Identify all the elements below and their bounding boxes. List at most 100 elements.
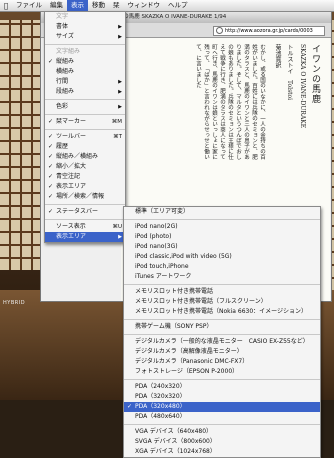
menu-item-label: サイズ: [56, 33, 74, 40]
menu-item[interactable]: ✓ 青空注記: [45, 172, 125, 182]
menu-item-label: 縦組み: [56, 58, 75, 65]
menu-item[interactable]: メモリスロット付き携帯電話（Nokia 6630：イメージション）: [124, 307, 320, 317]
checkmark-icon: ✓: [48, 58, 54, 65]
book-body: むかし、或る国のいなかに、一人の金持ちの百姓がいました。百姓には兵隊のセミョンと…: [195, 44, 265, 160]
menu-item[interactable]: ✓ ステータスバー: [45, 207, 125, 217]
menu-0[interactable]: ファイル: [12, 0, 46, 11]
apple-icon[interactable]: : [0, 2, 12, 10]
menu-item-label: 文字組み: [56, 48, 81, 55]
menu-item-label: ツールバー: [56, 133, 87, 140]
menu-item[interactable]: 横組み: [45, 67, 125, 77]
menu-item[interactable]: 表示エリア ▶: [45, 232, 125, 242]
url-text: http://www.aozora.gr.jp/cards/0003: [225, 28, 313, 34]
menu-item[interactable]: 段組み ▶: [45, 87, 125, 97]
submenu-arrow-icon: ▶: [118, 104, 122, 110]
menu-item[interactable]: ✓ ツールバー ⌘T: [45, 132, 125, 142]
menu-item[interactable]: iTunes アートワーク: [124, 272, 320, 282]
menu-item-label: 色彩: [56, 103, 69, 110]
submenu-arrow-icon: ▶: [118, 79, 122, 85]
menu-item[interactable]: ✓ 場所／検索／情報: [45, 192, 125, 202]
menu-item-label: PDA（320x480）: [135, 403, 186, 410]
menu-item-label: PDA（480x640）: [135, 413, 186, 420]
menu-item[interactable]: 携帯ゲーム機（SONY PSP）: [124, 322, 320, 332]
submenu-arrow-icon: ▶: [118, 234, 122, 240]
menu-item-label: メモリスロット付き携帯電話（フルスクリーン）: [135, 298, 267, 305]
menu-item[interactable]: ✓ PDA（320x480）: [124, 402, 320, 412]
menu-3[interactable]: 移動: [88, 0, 109, 11]
menu-item[interactable]: デジタルカメラ（一般的な液晶モニター CASIO EX-Z55など）: [124, 337, 320, 347]
submenu-arrow-icon: ▶: [118, 24, 122, 30]
menu-2[interactable]: 表示: [67, 0, 88, 11]
menu-item-label: 栞マーカー: [56, 118, 87, 125]
menu-item[interactable]: 書体 ▶: [45, 22, 125, 32]
menu-item[interactable]: iPod (photo): [124, 232, 320, 242]
menu-item-label: 段組み: [56, 88, 75, 95]
checkmark-icon: ✓: [48, 183, 54, 190]
display-area-submenu: 標準（エリア可変） iPod nano(2G) iPod (photo) iPod n…: [123, 206, 321, 458]
menu-item[interactable]: ソース表示 ⌘U: [45, 222, 125, 232]
menu-item-label: デジタルカメラ（Panasonic DMC-FX7）: [135, 358, 249, 365]
menu-item[interactable]: iPod nano(3G): [124, 242, 320, 252]
menu-item-label: ステータスバー: [56, 208, 99, 215]
menu-item[interactable]: ✓ 縮小／拡大: [45, 162, 125, 172]
menu-item[interactable]: 標準（エリア可変）: [124, 207, 320, 217]
menu-item[interactable]: ✓ 縦組み: [45, 57, 125, 67]
menu-item-label: iPod touch,iPhone: [135, 263, 189, 270]
menu-item-label: デジタルカメラ（高解像液晶モニター）: [135, 348, 243, 355]
menu-item-label: 行間: [56, 78, 69, 85]
menu-item-label: PDA（320x320）: [135, 393, 186, 400]
menu-5[interactable]: ウィンドウ: [124, 0, 165, 11]
url-field[interactable]: http://www.aozora.gr.jp/cards/0003: [213, 26, 325, 36]
menu-6[interactable]: ヘルプ: [164, 0, 192, 11]
menu-item[interactable]: ✓ 栞マーカー ⌘M: [45, 117, 125, 127]
menu-item[interactable]: メモリスロット付き携帯電話（フルスクリーン）: [124, 297, 320, 307]
menu-item[interactable]: ✓ 表示エリア: [45, 182, 125, 192]
menu-item-label: 書体: [56, 23, 69, 30]
menu-shortcut: ⌘M: [111, 119, 122, 125]
menu-item-label: デジタルカメラ（一般的な液晶モニター CASIO EX-Z55など）: [135, 338, 309, 345]
menu-item-label: 場所／検索／情報: [56, 193, 105, 200]
menu-4[interactable]: 栞: [109, 0, 124, 11]
menu-item[interactable]: PDA（240x320）: [124, 382, 320, 392]
book-author: トルストイ Tolstoi: [286, 44, 293, 101]
menu-item-label: PDA（240x320）: [135, 383, 186, 390]
checkmark-icon: ✓: [48, 133, 54, 140]
menu-item[interactable]: 色彩 ▶: [45, 102, 125, 112]
menu-item[interactable]: SVGA デバイス（800x600）: [124, 437, 320, 447]
menu-item[interactable]: iPod nano(2G): [124, 222, 320, 232]
menu-shortcut: ⌘U: [112, 224, 122, 230]
menu-section-header: 文字組み: [45, 47, 125, 57]
menu-item-label: XGA デバイス（1024x768）: [135, 448, 216, 455]
menu-item-label: iPod classic,iPod with video (5G): [135, 253, 232, 260]
menu-item-label: 青空注記: [56, 173, 81, 180]
menu-item[interactable]: PDA（320x320）: [124, 392, 320, 402]
menu-separator: [45, 129, 125, 130]
menu-item[interactable]: iPod touch,iPhone: [124, 262, 320, 272]
menu-item[interactable]: VGA デバイス（640x480）: [124, 427, 320, 437]
menu-item-label: VGA デバイス（640x480）: [135, 428, 213, 435]
menu-item-label: iTunes アートワーク: [135, 273, 192, 280]
menu-item[interactable]: デジタルカメラ（高解像液晶モニター）: [124, 347, 320, 357]
menu-item-label: iPod (photo): [135, 233, 172, 240]
menu-item-label: フォトストレージ（EPSON P-2000）: [135, 368, 239, 375]
view-menu: 文字 書体 ▶ サイズ ▶ 文字組み ✓ 縦組み 横組み 行間 ▶ 段組み ▶ 色彩 ▶ ✓ 栞マーカー ⌘M ✓ ツ…: [44, 11, 126, 243]
menu-separator: [124, 319, 320, 320]
menu-item[interactable]: XGA デバイス（1024x768）: [124, 447, 320, 457]
menu-item[interactable]: 行間 ▶: [45, 77, 125, 87]
checkmark-icon: ✓: [48, 153, 54, 160]
menu-item[interactable]: メモリスロット付き携帯電話: [124, 287, 320, 297]
menu-item[interactable]: iPod classic,iPod with video (5G): [124, 252, 320, 262]
menu-separator: [124, 284, 320, 285]
menu-item[interactable]: ✓ 履歴: [45, 142, 125, 152]
menu-item-label: iPod nano(3G): [135, 243, 178, 250]
checkmark-icon: ✓: [127, 403, 133, 410]
menu-item[interactable]: サイズ ▶: [45, 32, 125, 42]
menu-item[interactable]: ✓ 縦組み／横組み: [45, 152, 125, 162]
menu-item-label: メモリスロット付き携帯電話（Nokia 6630：イメージション）: [135, 308, 308, 315]
menu-item[interactable]: デジタルカメラ（Panasonic DMC-FX7）: [124, 357, 320, 367]
menu-item[interactable]: フォトストレージ（EPSON P-2000）: [124, 367, 320, 377]
menu-item-label: 文字: [56, 13, 69, 20]
book-translator: 菊池寛訳: [274, 44, 281, 68]
menu-1[interactable]: 編集: [46, 0, 67, 11]
menu-item[interactable]: PDA（480x640）: [124, 412, 320, 422]
